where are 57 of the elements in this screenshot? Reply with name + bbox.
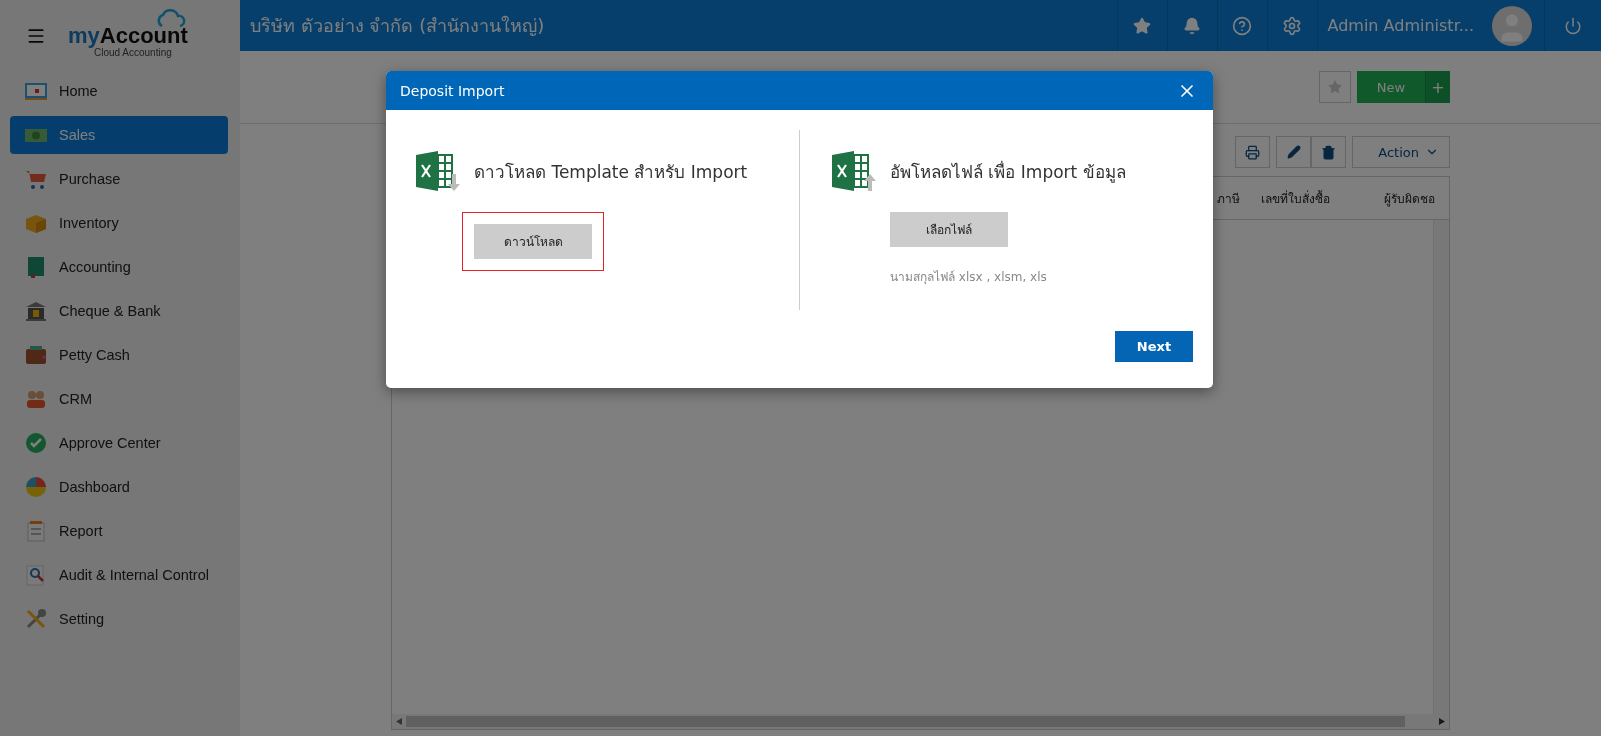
sidebar-item[interactable]: Approve Center: [10, 424, 228, 462]
download-button[interactable]: ดาวน์โหลด: [474, 224, 592, 259]
sidebar-item[interactable]: CRM: [10, 380, 228, 418]
file-types-note: นามสกุลไฟล์ xlsx , xlsm, xls: [890, 269, 1048, 286]
favorite-button[interactable]: [1319, 71, 1351, 103]
scroll-right-icon[interactable]: [1439, 718, 1445, 725]
new-button[interactable]: New: [1357, 71, 1425, 103]
star-icon: [1133, 16, 1151, 35]
next-button[interactable]: Next: [1115, 331, 1193, 362]
trash-icon: [1321, 144, 1336, 160]
user-name[interactable]: Admin Administr...: [1327, 16, 1474, 35]
bell-icon: [1183, 16, 1201, 35]
company-title: บริษัท ตัวอย่าง จำกัด (สำนักงานใหญ่): [249, 14, 546, 38]
choose-file-button[interactable]: เลือกไฟล์: [890, 212, 1008, 247]
sidebar-item[interactable]: Accounting: [10, 248, 228, 286]
delete-button[interactable]: [1311, 136, 1346, 168]
check-circle-icon: [24, 431, 48, 455]
document-icon: [24, 519, 48, 543]
bank-icon: [24, 299, 48, 323]
star-icon: [1327, 79, 1343, 95]
tools-icon: [24, 607, 48, 631]
horizontal-scrollbar[interactable]: [392, 714, 1449, 729]
sidebar-item[interactable]: Audit & Internal Control: [10, 556, 228, 594]
sidebar-item[interactable]: Petty Cash: [10, 336, 228, 374]
logo-tagline: Cloud Accounting: [93, 46, 172, 58]
settings-icon: [1282, 15, 1302, 36]
column-header: ภาษี: [1216, 190, 1240, 208]
add-button[interactable]: +: [1425, 71, 1450, 103]
excel-upload-icon: [830, 150, 878, 192]
sidebar-item[interactable]: Inventory: [10, 204, 228, 242]
sidebar-item[interactable]: Setting: [10, 600, 228, 638]
column-header: เลขที่ใบสั่งซื้อ: [1260, 189, 1330, 208]
logo-text: myAccount: [68, 24, 188, 47]
sidebar-item[interactable]: Dashboard: [10, 468, 228, 506]
edit-button[interactable]: [1276, 136, 1311, 168]
dialog-title: Deposit Import: [400, 82, 505, 99]
excel-download-icon: [414, 150, 462, 192]
sidebar-item[interactable]: Cheque & Bank: [10, 292, 228, 330]
help-icon: [1232, 15, 1252, 36]
wallet-icon: [24, 343, 48, 367]
sidebar-item[interactable]: Purchase: [10, 160, 228, 198]
power-icon: [1564, 16, 1582, 35]
section-heading: ดาวโหลด Template สำหรับ Import: [474, 160, 748, 184]
scroll-left-icon[interactable]: [396, 718, 402, 725]
avatar[interactable]: [1492, 5, 1532, 46]
column-header: ผู้รับผิดชอ: [1383, 190, 1435, 208]
sidebar-item[interactable]: Report: [10, 512, 228, 550]
section-heading: อัพโหลดไฟล์ เพื่อ Import ข้อมูล: [890, 159, 1126, 185]
print-button[interactable]: [1235, 136, 1270, 168]
vertical-scrollbar[interactable]: [1433, 220, 1449, 714]
pencil-icon: [1286, 145, 1301, 159]
sidebar-item[interactable]: Home: [10, 72, 228, 110]
action-dropdown[interactable]: Action: [1352, 136, 1450, 168]
menu-icon[interactable]: [26, 26, 46, 46]
sidebar-item[interactable]: Sales: [10, 116, 228, 154]
printer-icon: [1245, 144, 1260, 160]
pie-chart-icon: [24, 475, 48, 499]
